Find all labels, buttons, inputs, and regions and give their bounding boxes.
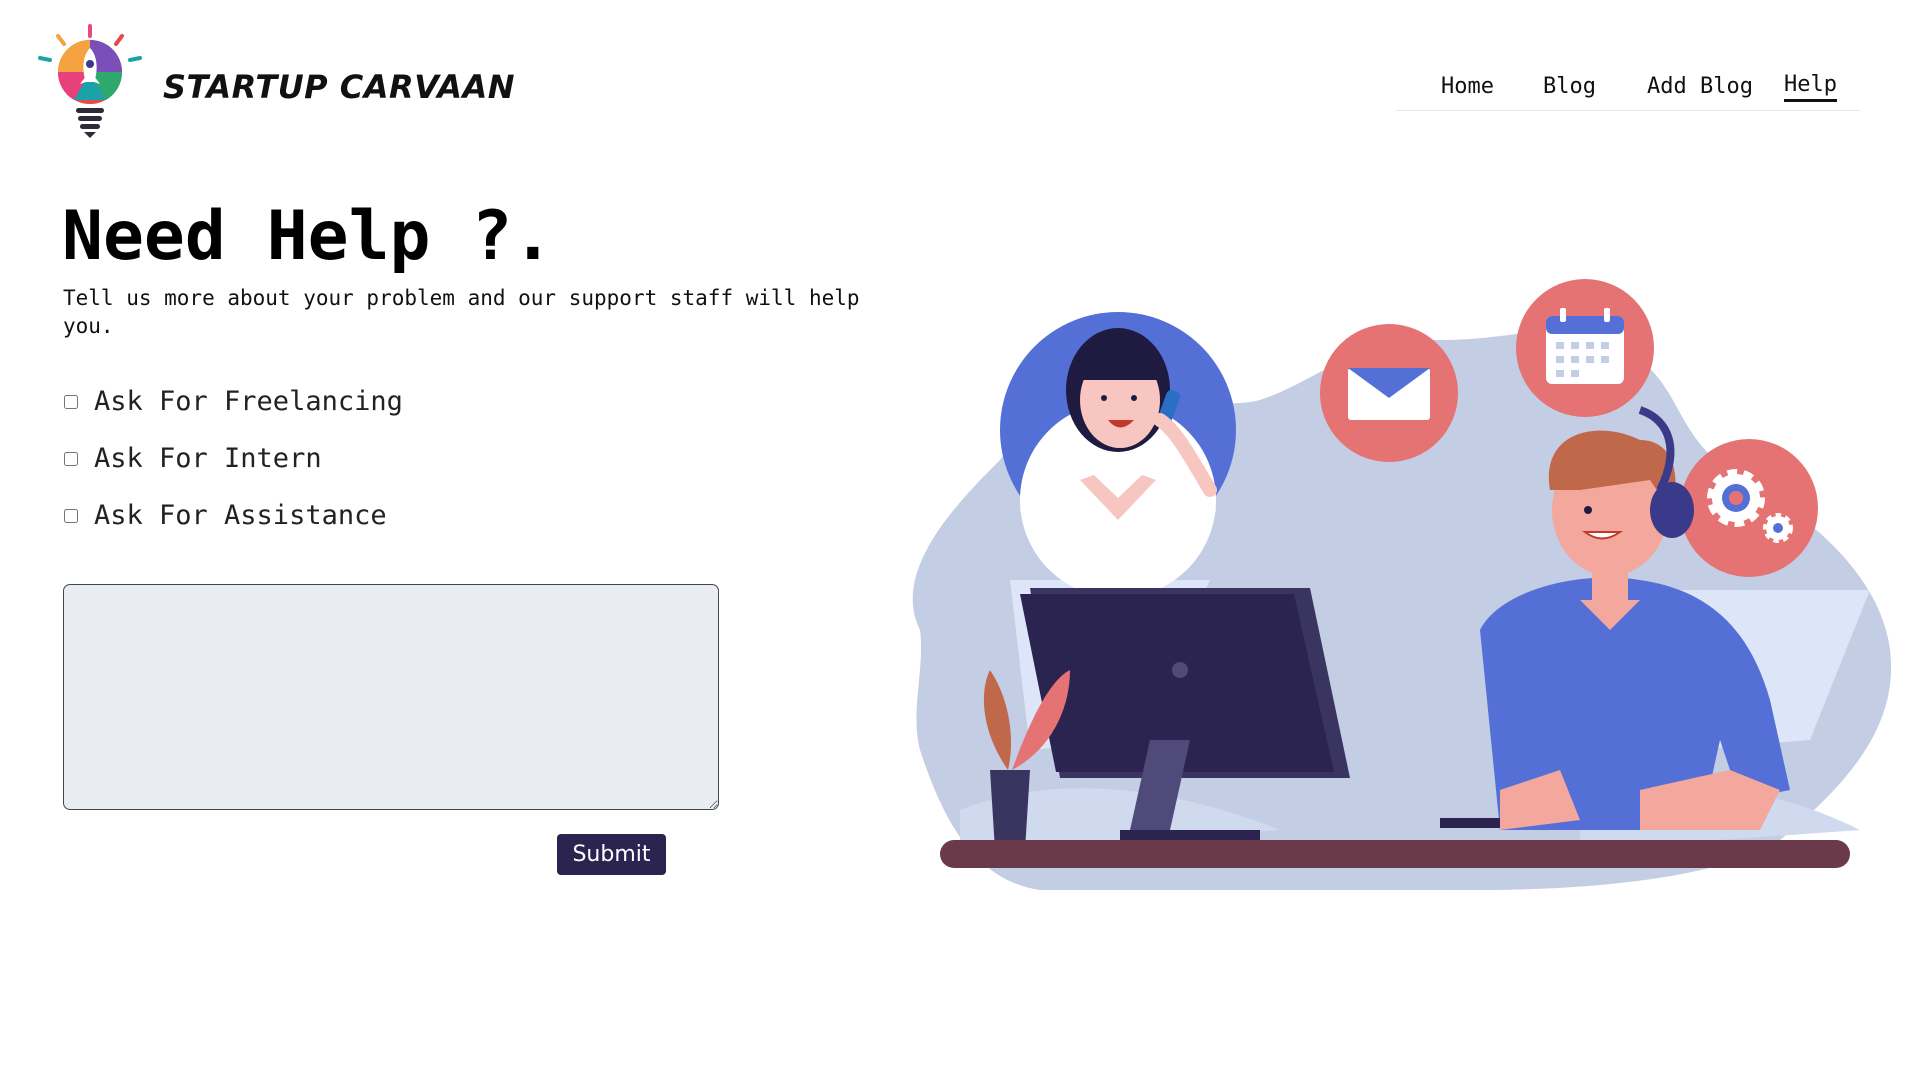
brand-name[interactable]: STARTUP CARVAAN <box>163 68 515 106</box>
support-illustration <box>880 270 1900 910</box>
logo-icon[interactable] <box>36 22 144 146</box>
page-title: Need Help ?. <box>62 197 554 276</box>
settings-gear-icon <box>1680 439 1818 577</box>
nav-home[interactable]: Home <box>1441 74 1494 99</box>
page: STARTUP CARVAAN Home Blog Add Blog Help … <box>0 0 1920 1080</box>
page-subtitle: Tell us more about your problem and our … <box>63 286 860 338</box>
mail-icon <box>1320 324 1458 462</box>
nav-blog[interactable]: Blog <box>1543 74 1596 99</box>
option-label: Ask For Assistance <box>94 500 387 531</box>
assistance-checkbox[interactable] <box>64 508 78 523</box>
nav-help[interactable]: Help <box>1784 72 1837 102</box>
option-label: Ask For Intern <box>94 443 322 474</box>
option-intern[interactable]: Ask For Intern <box>64 443 322 474</box>
freelancing-checkbox[interactable] <box>64 394 78 409</box>
option-label: Ask For Freelancing <box>94 386 403 417</box>
submit-button[interactable]: Submit <box>557 834 666 875</box>
main-nav: Home Blog Add Blog Help <box>1396 70 1860 111</box>
intern-checkbox[interactable] <box>64 451 78 466</box>
calendar-icon <box>1516 279 1654 417</box>
message-textarea[interactable] <box>63 584 719 810</box>
nav-add-blog[interactable]: Add Blog <box>1647 74 1753 99</box>
desk-surface <box>940 840 1850 868</box>
option-freelancing[interactable]: Ask For Freelancing <box>64 386 403 417</box>
option-assistance[interactable]: Ask For Assistance <box>64 500 387 531</box>
